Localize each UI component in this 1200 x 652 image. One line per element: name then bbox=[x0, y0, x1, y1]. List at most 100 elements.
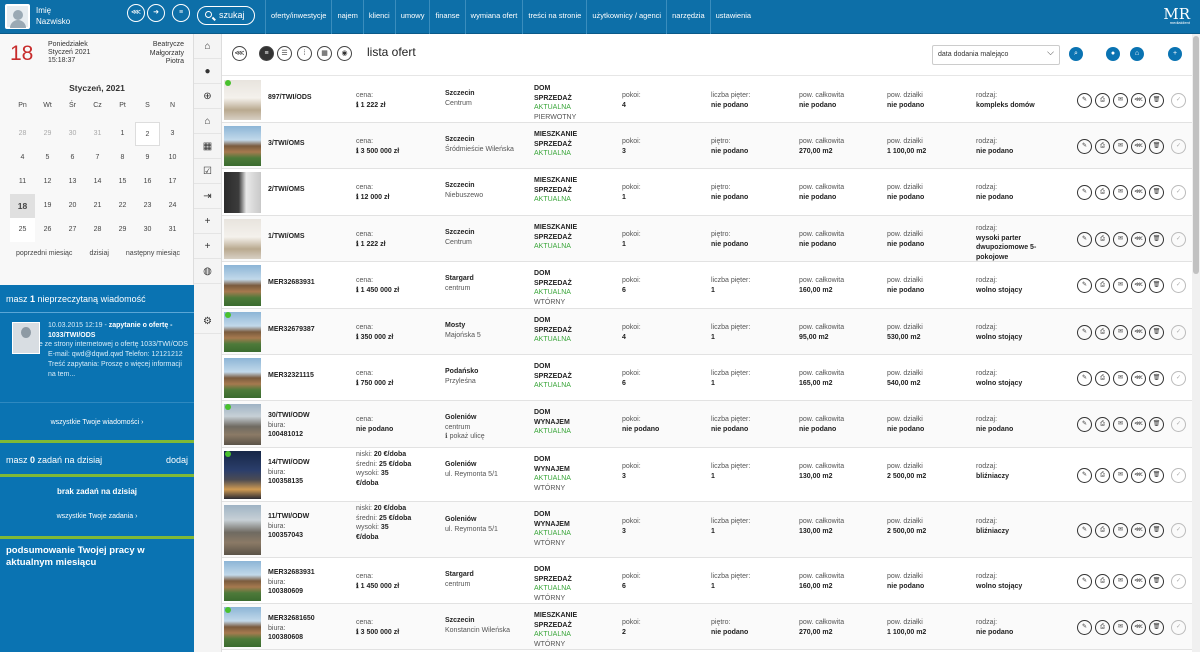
table-row[interactable]: 1/TWI/OMS cena: ℹ 1 222 zł Szczecin Centrum M… bbox=[222, 216, 1192, 262]
calendar-day[interactable]: 26 bbox=[35, 218, 60, 242]
app-logo[interactable]: MR mediaklient bbox=[1163, 5, 1190, 25]
email-icon[interactable]: ✉ bbox=[1113, 185, 1128, 200]
share-icon[interactable]: ⋘ bbox=[1131, 324, 1146, 340]
calendar-day[interactable]: 25 bbox=[10, 218, 35, 242]
calendar-day[interactable]: 28 bbox=[10, 122, 35, 146]
calendar-today[interactable]: dzisiaj bbox=[89, 250, 108, 257]
offer-thumbnail[interactable] bbox=[224, 80, 261, 120]
plus-icon[interactable]: + bbox=[194, 209, 221, 234]
calendar-day[interactable]: 4 bbox=[10, 146, 35, 170]
share-icon[interactable]: ⋘ bbox=[1131, 185, 1146, 200]
share-icon[interactable]: ⋘ bbox=[1131, 370, 1146, 386]
calendar-day[interactable]: 22 bbox=[110, 194, 135, 218]
calendar-day[interactable]: 31 bbox=[85, 122, 110, 146]
calendar-day[interactable]: 12 bbox=[35, 170, 60, 194]
calendar-day[interactable]: 21 bbox=[85, 194, 110, 218]
checklist-icon[interactable]: ☑ bbox=[194, 159, 221, 184]
offer-thumbnail[interactable] bbox=[224, 172, 261, 213]
table-row[interactable]: 897/TWI/ODS cena: ℹ 1 222 zł Szczecin Centru… bbox=[222, 77, 1192, 123]
print-icon[interactable]: ⎙ bbox=[1095, 92, 1110, 108]
calendar-day[interactable]: 7 bbox=[85, 146, 110, 170]
email-icon[interactable]: ✉ bbox=[1113, 573, 1128, 589]
delete-icon[interactable]: 🗑 bbox=[1149, 185, 1164, 200]
calendar-next-month[interactable]: następny miesiąc bbox=[126, 250, 180, 257]
select-check-icon[interactable]: ✓ bbox=[1171, 324, 1186, 340]
table-row[interactable]: 2/TWI/OMS cena: ℹ 12 000 zł Szczecin Niebusz… bbox=[222, 169, 1192, 216]
delete-icon[interactable]: 🗑 bbox=[1149, 467, 1164, 483]
print-icon[interactable]: ⎙ bbox=[1095, 467, 1110, 483]
email-icon[interactable]: ✉ bbox=[1113, 370, 1128, 386]
globe-icon[interactable]: ◍ bbox=[194, 259, 221, 284]
offer-thumbnail[interactable] bbox=[224, 219, 261, 259]
map-pin-icon[interactable]: ◉ bbox=[337, 46, 352, 61]
edit-icon[interactable]: ✎ bbox=[1077, 185, 1092, 200]
delete-icon[interactable]: 🗑 bbox=[1149, 92, 1164, 108]
email-icon[interactable]: ✉ bbox=[1113, 231, 1128, 247]
table-row[interactable]: 3/TWI/OMS cena: ℹ 3 500 000 zł Szczecin Śród… bbox=[222, 123, 1192, 169]
table-row[interactable]: MER32679387 cena: ℹ 350 000 zł Mosty Majońsk… bbox=[222, 309, 1192, 355]
print-icon[interactable]: ⎙ bbox=[1095, 324, 1110, 340]
nav-item-users[interactable]: użytkownicy / agenci bbox=[586, 0, 666, 34]
all-tasks-link[interactable]: wszystkie Twoje zadania › bbox=[0, 507, 194, 539]
select-check-icon[interactable]: ✓ bbox=[1171, 138, 1186, 154]
delete-icon[interactable]: 🗑 bbox=[1149, 324, 1164, 340]
user-panel[interactable]: Imię Nazwisko bbox=[5, 4, 195, 30]
edit-icon[interactable]: ✎ bbox=[1077, 370, 1092, 386]
monthly-summary-title[interactable]: podsumowanie Twojej pracy w aktualnym mi… bbox=[0, 539, 194, 575]
user-icon[interactable]: ● bbox=[1106, 47, 1120, 61]
share-icon[interactable]: ⋘ bbox=[232, 46, 247, 61]
add-offer-icon[interactable]: + bbox=[1168, 47, 1182, 61]
sort-select[interactable]: data dodania malejąco bbox=[932, 43, 1060, 65]
calendar-day[interactable]: 19 bbox=[35, 194, 60, 218]
email-icon[interactable]: ✉ bbox=[1113, 467, 1128, 483]
email-icon[interactable]: ✉ bbox=[1113, 92, 1128, 108]
select-check-icon[interactable]: ✓ bbox=[1171, 417, 1186, 432]
table-row[interactable]: MER32683931 biura: 100380609 cena: ℹ 1 450 0… bbox=[222, 558, 1192, 604]
email-icon[interactable]: ✉ bbox=[1113, 619, 1128, 635]
offer-thumbnail[interactable] bbox=[224, 561, 261, 601]
calendar-day[interactable]: 17 bbox=[160, 170, 185, 194]
calendar-day[interactable]: 3 bbox=[160, 122, 185, 146]
add-task-button[interactable]: dodaj bbox=[166, 443, 188, 474]
share-icon[interactable]: ⋘ bbox=[1131, 467, 1146, 483]
share-icon[interactable]: ⋘ bbox=[1131, 92, 1146, 108]
house-icon[interactable]: ⌂ bbox=[194, 109, 221, 134]
table-row[interactable]: MER32683931 cena: ℹ 1 450 000 zł Stargard ce… bbox=[222, 262, 1192, 309]
email-icon[interactable]: ✉ bbox=[1113, 417, 1128, 432]
plus-icon[interactable]: + bbox=[194, 234, 221, 259]
list-view-icon[interactable]: ≡ bbox=[259, 46, 274, 61]
calendar-day[interactable]: 1 bbox=[110, 122, 135, 146]
offer-thumbnail[interactable] bbox=[224, 607, 261, 647]
add-user-icon[interactable]: ⊕ bbox=[194, 84, 221, 109]
search-icon[interactable]: ⌕ bbox=[1069, 47, 1083, 61]
calendar-day[interactable]: 29 bbox=[110, 218, 135, 242]
offer-thumbnail[interactable] bbox=[224, 404, 261, 445]
nav-item-rental[interactable]: najem bbox=[331, 0, 362, 34]
share-icon[interactable]: ⋘ bbox=[127, 4, 145, 22]
table-row[interactable]: 11/TWI/ODW biura: 100357043 niski: 20 €/dob… bbox=[222, 502, 1192, 558]
edit-icon[interactable]: ✎ bbox=[1077, 92, 1092, 108]
calendar-day[interactable]: 15 bbox=[110, 170, 135, 194]
calendar-day[interactable]: 30 bbox=[60, 122, 85, 146]
select-check-icon[interactable]: ✓ bbox=[1171, 619, 1186, 635]
calendar-day[interactable]: 24 bbox=[160, 194, 185, 218]
delete-icon[interactable]: 🗑 bbox=[1149, 370, 1164, 386]
calendar-day[interactable]: 28 bbox=[85, 218, 110, 242]
select-check-icon[interactable]: ✓ bbox=[1171, 522, 1186, 538]
offer-thumbnail[interactable] bbox=[224, 505, 261, 555]
table-row[interactable]: MER32321115 cena: ℹ 750 000 zł Podańsko Przy… bbox=[222, 355, 1192, 401]
edit-icon[interactable]: ✎ bbox=[1077, 467, 1092, 483]
table-row[interactable]: 30/TWI/ODW biura: 100481012 cena: nie podano… bbox=[222, 401, 1192, 448]
offer-thumbnail[interactable] bbox=[224, 358, 261, 398]
delete-icon[interactable]: 🗑 bbox=[1149, 278, 1164, 293]
calendar-day[interactable]: 20 bbox=[60, 194, 85, 218]
nav-item-site-content[interactable]: treści na stronie bbox=[522, 0, 586, 34]
nav-item-finance[interactable]: finanse bbox=[429, 0, 464, 34]
scrollbar[interactable] bbox=[1192, 34, 1200, 652]
delete-icon[interactable]: 🗑 bbox=[1149, 573, 1164, 589]
export-icon[interactable]: ⇥ bbox=[194, 184, 221, 209]
calendar-day[interactable]: 11 bbox=[10, 170, 35, 194]
nav-item-tools[interactable]: narzędzia bbox=[666, 0, 710, 34]
show-street-link[interactable]: ℹ pokaż ulicę bbox=[445, 432, 515, 442]
share-icon[interactable]: ⋘ bbox=[1131, 619, 1146, 635]
